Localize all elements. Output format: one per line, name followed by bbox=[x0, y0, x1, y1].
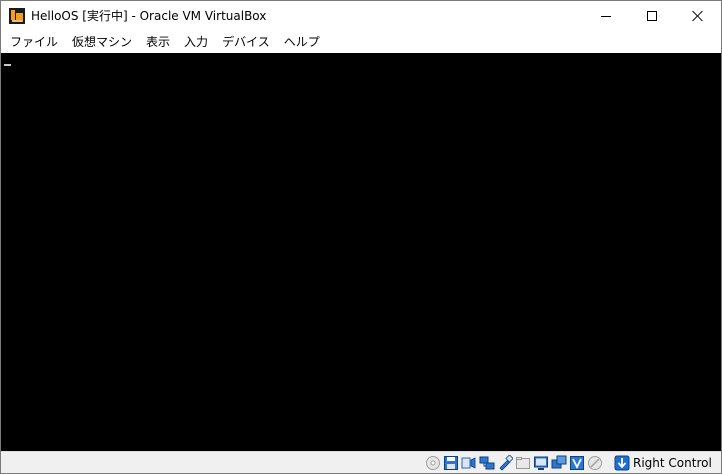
text-cursor bbox=[4, 64, 11, 66]
menu-view[interactable]: 表示 bbox=[139, 32, 177, 52]
network-icon[interactable] bbox=[479, 455, 495, 471]
maximize-icon bbox=[647, 11, 657, 21]
shared-folders-icon[interactable] bbox=[515, 455, 531, 471]
menu-input[interactable]: 入力 bbox=[177, 32, 215, 52]
menu-devices[interactable]: デバイス bbox=[215, 32, 277, 52]
close-button[interactable] bbox=[675, 1, 721, 31]
menu-machine[interactable]: 仮想マシン bbox=[65, 32, 139, 52]
vt-x-icon[interactable] bbox=[569, 455, 585, 471]
minimize-button[interactable] bbox=[583, 1, 629, 31]
virtualbox-app-icon[interactable] bbox=[9, 8, 25, 24]
close-icon bbox=[692, 10, 704, 22]
host-key-indicator[interactable]: Right Control bbox=[614, 455, 712, 471]
usb-icon[interactable] bbox=[497, 455, 513, 471]
menu-file[interactable]: ファイル bbox=[3, 32, 65, 52]
host-key-arrow-icon bbox=[614, 455, 630, 471]
vm-display[interactable] bbox=[1, 53, 721, 451]
host-key-label: Right Control bbox=[633, 456, 712, 470]
minimize-icon bbox=[601, 15, 611, 17]
window-title: HelloOS [実行中] - Oracle VM VirtualBox bbox=[31, 9, 267, 23]
maximize-button[interactable] bbox=[629, 1, 675, 31]
device-indicators bbox=[425, 455, 603, 471]
video-capture-icon[interactable] bbox=[551, 455, 567, 471]
virtualbox-window: HelloOS [実行中] - Oracle VM VirtualBox ファイ… bbox=[0, 0, 722, 474]
menu-help[interactable]: ヘルプ bbox=[277, 32, 327, 52]
floppy-disk-icon[interactable] bbox=[443, 455, 459, 471]
title-bar[interactable]: HelloOS [実行中] - Oracle VM VirtualBox bbox=[1, 1, 721, 31]
mouse-integration-icon[interactable] bbox=[587, 455, 603, 471]
status-bar: Right Control bbox=[1, 451, 721, 473]
audio-icon[interactable] bbox=[461, 455, 477, 471]
optical-drive-icon[interactable] bbox=[425, 455, 441, 471]
display-icon[interactable] bbox=[533, 455, 549, 471]
menu-bar: ファイル 仮想マシン 表示 入力 デバイス ヘルプ bbox=[1, 31, 721, 53]
